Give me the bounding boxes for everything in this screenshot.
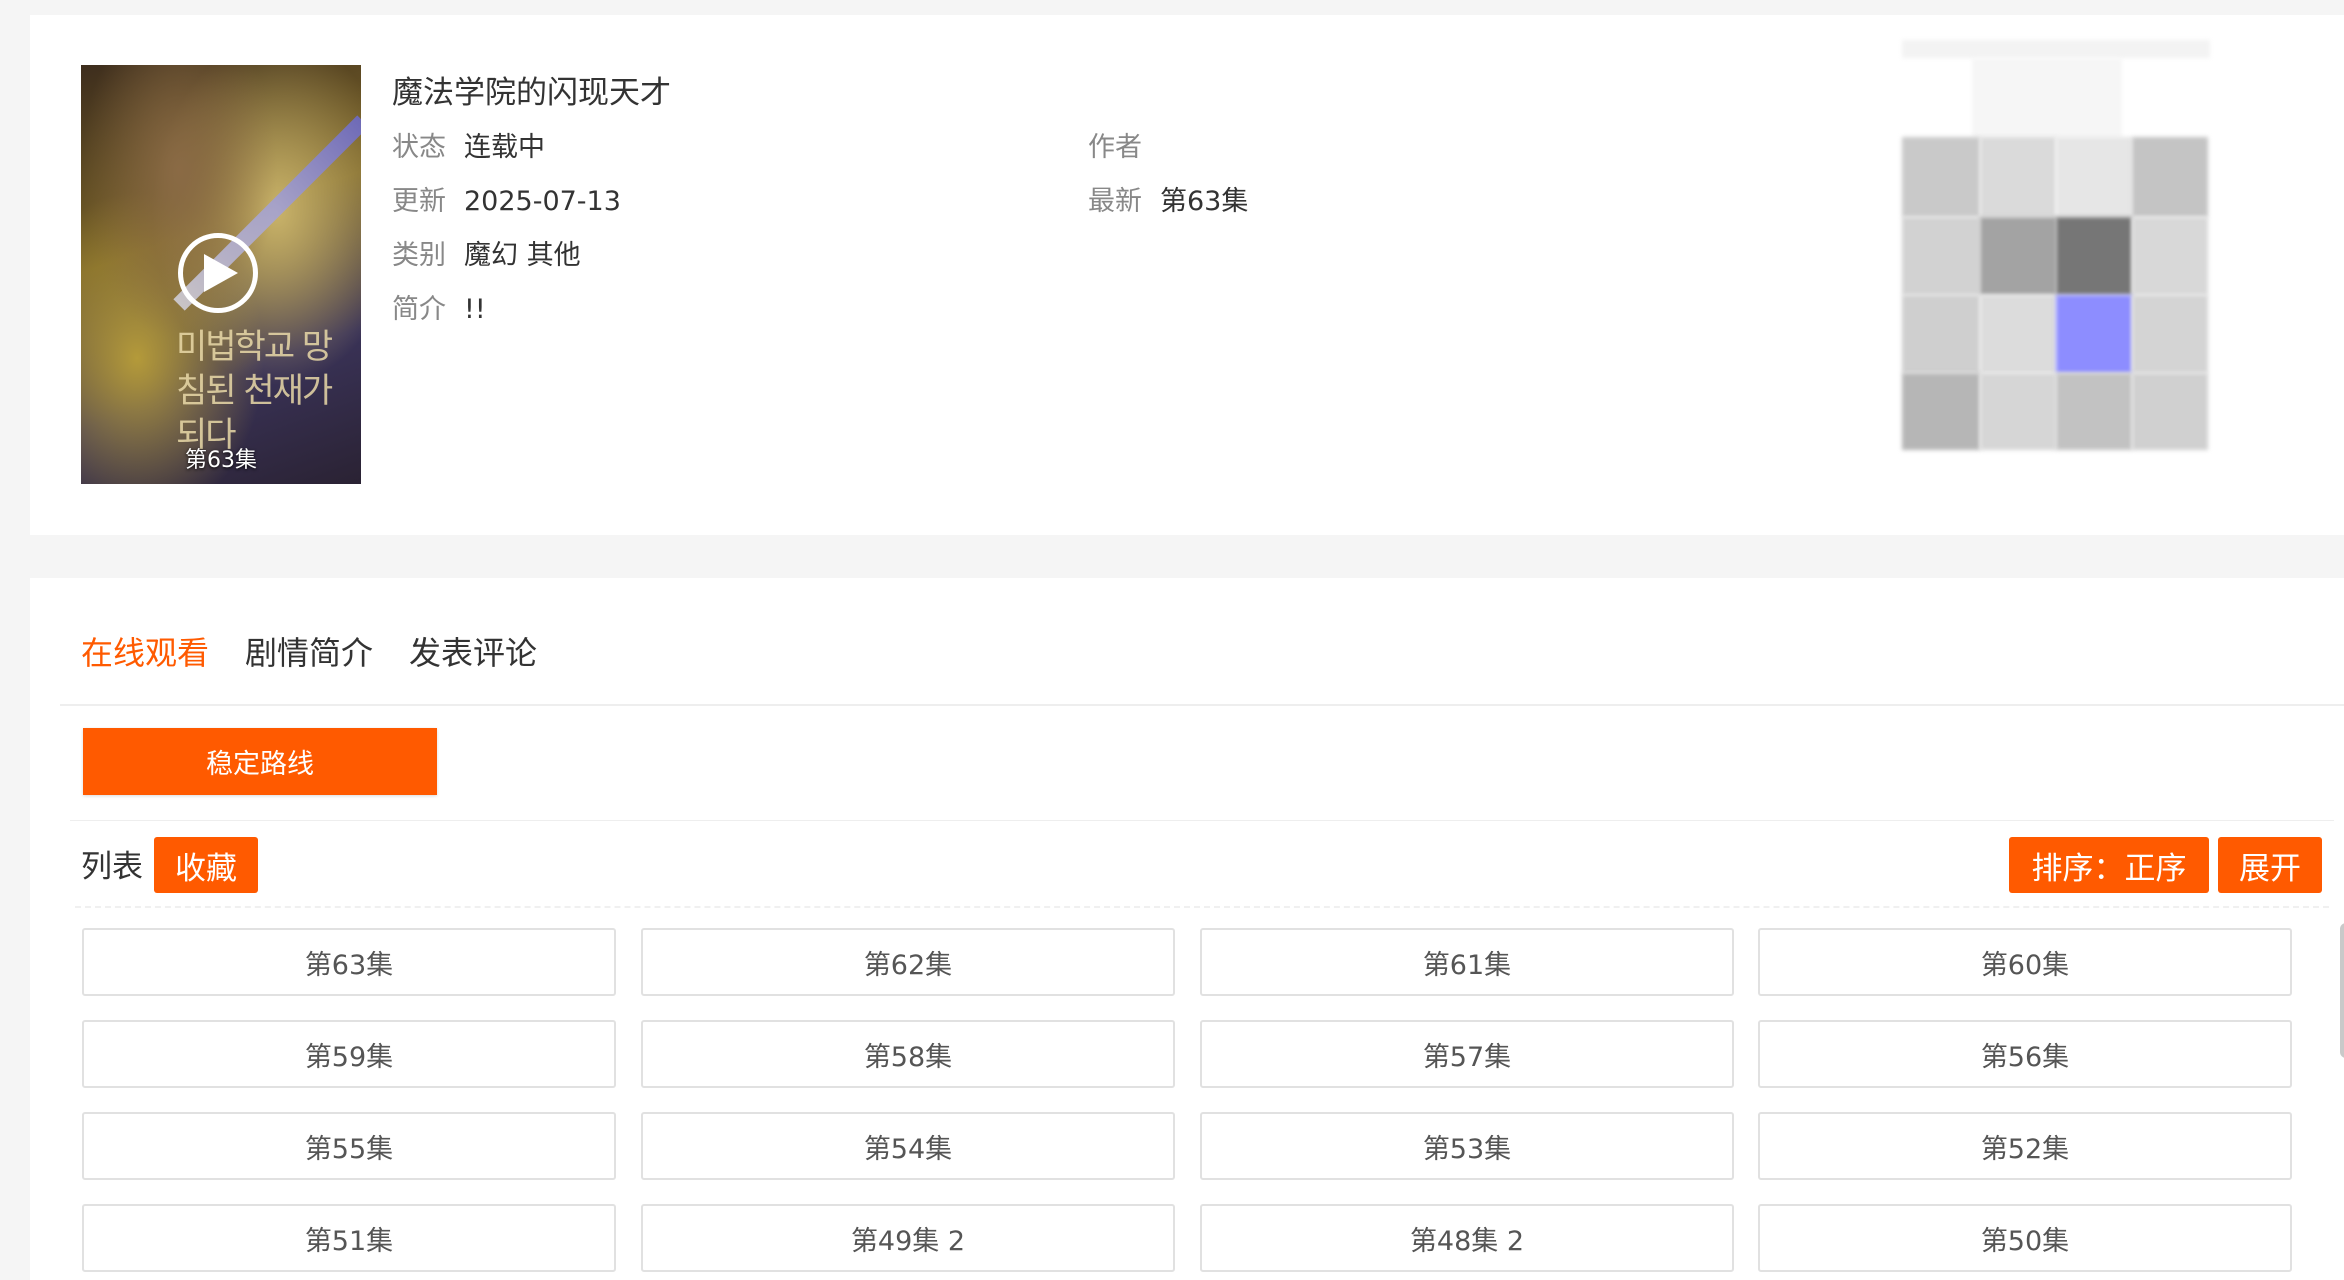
tab-bar: 在线观看 剧情简介 发表评论 [81, 628, 573, 674]
episode-button[interactable]: 第48集 2 [1200, 1204, 1734, 1272]
episode-button[interactable]: 第62集 [641, 928, 1175, 996]
latest-row: 最新 第63集 [1088, 179, 1248, 218]
updated-value: 2025-07-13 [464, 186, 621, 217]
episode-list-scrollbar[interactable] [2340, 923, 2344, 1058]
intro-label: 简介 [392, 294, 446, 325]
episode-button[interactable]: 第55集 [82, 1112, 616, 1180]
episode-button[interactable]: 第56集 [1758, 1020, 2292, 1088]
sort-button[interactable]: 排序：正序 [2009, 837, 2209, 893]
updated-label: 更新 [392, 186, 446, 217]
tab-comment[interactable]: 发表评论 [409, 628, 537, 674]
page-title: 魔法学院的闪现天才 [392, 75, 671, 111]
intro-row: 简介!! [392, 287, 486, 326]
tab-divider [60, 704, 2344, 706]
episode-button[interactable]: 第54集 [641, 1112, 1175, 1180]
latest-label: 最新 [1088, 186, 1142, 217]
tab-synopsis[interactable]: 剧情简介 [245, 628, 373, 674]
category-label: 类别 [392, 240, 446, 271]
poster-episode-label: 第63集 [185, 448, 257, 473]
episode-button[interactable]: 第50集 [1758, 1204, 2292, 1272]
intro-value: !! [464, 294, 486, 325]
episode-button[interactable]: 第58集 [641, 1020, 1175, 1088]
category-row: 类别 魔幻 其他 [392, 233, 581, 272]
status-value: 连载中 [464, 132, 545, 163]
author-row: 作者 [1088, 125, 1160, 164]
category-value: 魔幻 其他 [464, 240, 581, 271]
poster-image[interactable]: 미법학교 망침된 천재가 되다 第63集 [81, 65, 361, 484]
episode-button[interactable]: 第59集 [82, 1020, 616, 1088]
episode-button[interactable]: 第51集 [82, 1204, 616, 1272]
tab-watch-online[interactable]: 在线观看 [81, 628, 209, 674]
status-label: 状态 [392, 132, 446, 163]
favorite-button[interactable]: 收藏 [154, 837, 258, 893]
latest-value: 第63集 [1160, 186, 1249, 217]
play-card: 在线观看 剧情简介 发表评论 稳定路线 列表 收藏 排序：正序 展开 第63集 第6… [30, 578, 2344, 1280]
episode-button[interactable]: 第53集 [1200, 1112, 1734, 1180]
qr-code-image [1902, 40, 2210, 450]
episode-button[interactable]: 第63集 [82, 928, 616, 996]
episode-button[interactable]: 第52集 [1758, 1112, 2292, 1180]
episode-button[interactable]: 第61集 [1200, 928, 1734, 996]
episode-button[interactable]: 第57集 [1200, 1020, 1734, 1088]
episode-button[interactable]: 第49集 2 [641, 1204, 1175, 1272]
list-label: 列表 [81, 849, 143, 885]
status-row: 状态 连载中 [392, 125, 545, 164]
expand-button[interactable]: 展开 [2218, 837, 2322, 893]
poster-art-text: 미법학교 망침된 천재가 되다 [176, 327, 333, 455]
episode-button[interactable]: 第60集 [1758, 928, 2292, 996]
divider [70, 820, 2334, 821]
stable-route-button[interactable]: 稳定路线 [83, 728, 437, 795]
updated-row: 更新 2025-07-13 [392, 179, 621, 218]
author-label: 作者 [1088, 132, 1142, 163]
detail-card: 미법학교 망침된 천재가 되다 第63集 魔法学院的闪现天才 状态 连载中 作者 … [30, 15, 2344, 535]
dashed-divider [75, 906, 2329, 908]
play-icon[interactable] [178, 233, 258, 313]
